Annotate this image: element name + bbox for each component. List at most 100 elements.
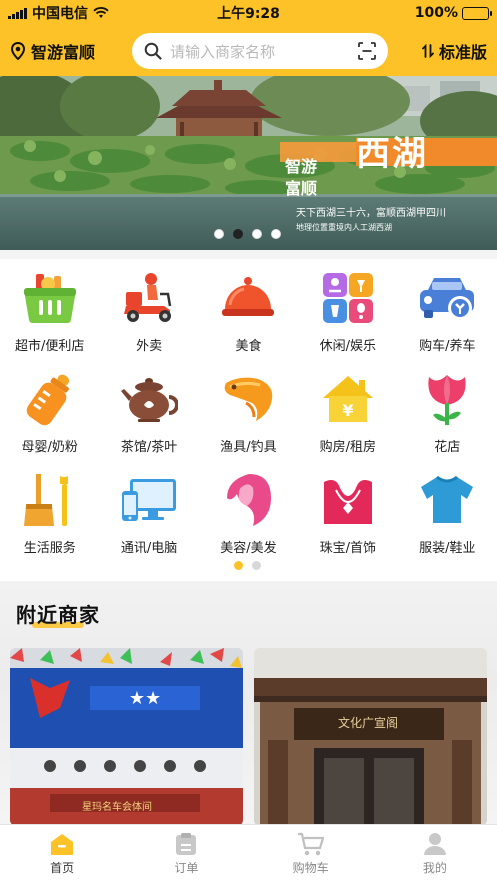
category-label: 服装/鞋业 [419,541,476,556]
banner-line1: 天下西湖三十六，富顺西湖甲四川 [296,208,446,219]
leisure-grid-icon [319,269,377,327]
tab-label: 首页 [50,861,75,875]
battery-icon [462,6,492,20]
category-item-baby[interactable]: 母婴/奶粉 [0,370,99,471]
nearby-section: 附近商家 ★★ 星玛名车会体间 文化广宣阁 [0,581,497,824]
signal-icon [8,7,27,19]
shop-sign: 星玛名车会体间 [82,802,152,813]
carrier-name: 中国电信 [32,6,88,22]
category-label: 生活服务 [23,541,76,556]
category-label: 母婴/奶粉 [21,440,78,455]
search-input[interactable]: 请输入商家名称 [170,41,350,62]
category-grid: 超市/便利店 外卖 美食 休闲/娱乐 购车/养车 母婴/奶粉 茶馆/茶叶 渔具/… [0,259,497,572]
baby-bottle-icon [21,370,79,428]
banner-title: 西湖 [356,134,428,174]
devices-icon [120,471,178,529]
category-item-leisure[interactable]: 休闲/娱乐 [298,269,397,370]
tab-cart[interactable]: 购物车 [249,825,373,883]
shop-photo [254,648,487,824]
battery-percent: 100% [414,5,458,21]
category-label: 渔具/钓具 [220,440,277,455]
status-bar: 中国电信 上午9:28 100% [0,0,497,26]
tab-orders[interactable]: 订单 [124,825,248,883]
house-icon: ¥ [319,370,377,428]
location-label: 智游富顺 [31,43,96,62]
category-label: 购车/养车 [419,339,476,354]
food-cloche-icon [219,269,277,327]
banner-indicator[interactable] [214,229,281,239]
shop-sign: 文化广宣阁 [338,716,399,730]
category-item-beauty[interactable]: 美容/美发 [199,471,298,572]
category-pager[interactable] [234,561,261,570]
category-label: 茶馆/茶叶 [120,440,178,455]
category-item-life-service[interactable]: 生活服务 [0,471,99,572]
bottom-tab-bar: 首页 订单 购物车 我的 [0,824,497,883]
category-item-jewelry[interactable]: 珠宝/首饰 [298,471,397,572]
orders-icon [176,833,197,855]
tulip-icon [418,370,476,428]
shop-card[interactable]: 文化广宣阁 [254,648,487,824]
wifi-icon [93,7,109,18]
tshirt-icon [418,471,476,529]
tab-profile[interactable]: 我的 [373,825,497,883]
banner-dot[interactable] [233,229,243,239]
banner-dot[interactable] [271,229,281,239]
location-selector[interactable]: 智游富顺 [10,39,132,63]
category-label: 美食 [235,339,262,354]
pager-dot[interactable] [252,561,261,570]
category-item-supermarket[interactable]: 超市/便利店 [0,269,99,370]
category-item-car[interactable]: 购车/养车 [398,269,497,370]
category-label: 休闲/娱乐 [319,339,377,354]
banner-line2: 地理位置重境内人工湖西湖 [296,223,392,232]
home-page: 中国电信 上午9:28 100% 智游富顺 请输入商家名称 标准版 西湖 智游富… [0,0,497,883]
version-toggle[interactable]: 标准版 [422,39,487,63]
banner-carousel[interactable]: 西湖 智游富顺 天下西湖三十六，富顺西湖甲四川 地理位置重境内人工湖西湖 [0,76,497,250]
svg-text:★★: ★★ [129,688,161,709]
car-icon [418,269,476,327]
category-label: 通讯/电脑 [120,541,178,556]
category-label: 花店 [434,440,461,455]
category-item-tea[interactable]: 茶馆/茶叶 [99,370,198,471]
cart-icon [297,832,324,856]
category-item-fishing[interactable]: 渔具/钓具 [199,370,298,471]
top-header: 智游富顺 请输入商家名称 标准版 [0,26,497,76]
clock: 上午9:28 [217,6,280,22]
location-pin-icon [10,42,26,60]
fish-icon [219,370,277,428]
tools-icon [21,471,79,529]
category-label: 美容/美发 [220,541,277,556]
category-label: 购房/租房 [319,440,377,455]
svg-text:¥: ¥ [342,401,353,420]
delivery-scooter-icon [120,269,178,327]
banner-dot[interactable] [214,229,224,239]
category-item-housing[interactable]: ¥ 购房/租房 [298,370,397,471]
home-icon [51,834,74,855]
beauty-icon [219,471,277,529]
tab-home[interactable]: 首页 [0,825,124,883]
nearby-title: 附近商家 [16,603,100,627]
version-label: 标准版 [438,43,487,62]
search-icon [144,42,162,60]
category-item-digital[interactable]: 通讯/电脑 [99,471,198,572]
profile-icon [423,833,446,855]
category-label: 珠宝/首饰 [319,541,377,556]
pager-dot[interactable] [234,561,243,570]
teapot-icon [120,370,179,428]
category-item-food[interactable]: 美食 [199,269,298,370]
search-bar[interactable]: 请输入商家名称 [132,33,388,69]
banner-dot[interactable] [252,229,262,239]
necklace-icon [319,471,377,529]
tab-label: 我的 [422,861,447,875]
category-section: 超市/便利店 外卖 美食 休闲/娱乐 购车/养车 母婴/奶粉 茶馆/茶叶 渔具/… [0,259,497,581]
tab-label: 订单 [174,861,199,875]
category-item-takeout[interactable]: 外卖 [99,269,198,370]
scan-icon[interactable] [358,42,376,60]
category-label: 外卖 [136,339,163,354]
shop-card[interactable]: ★★ 星玛名车会体间 [10,648,243,824]
category-item-florist[interactable]: 花店 [398,370,497,471]
category-label: 超市/便利店 [15,339,85,354]
tab-label: 购物车 [292,861,329,875]
category-item-clothing[interactable]: 服装/鞋业 [398,471,497,572]
banner-side-text: 智游富顺 [285,157,318,198]
swap-icon [422,44,434,58]
